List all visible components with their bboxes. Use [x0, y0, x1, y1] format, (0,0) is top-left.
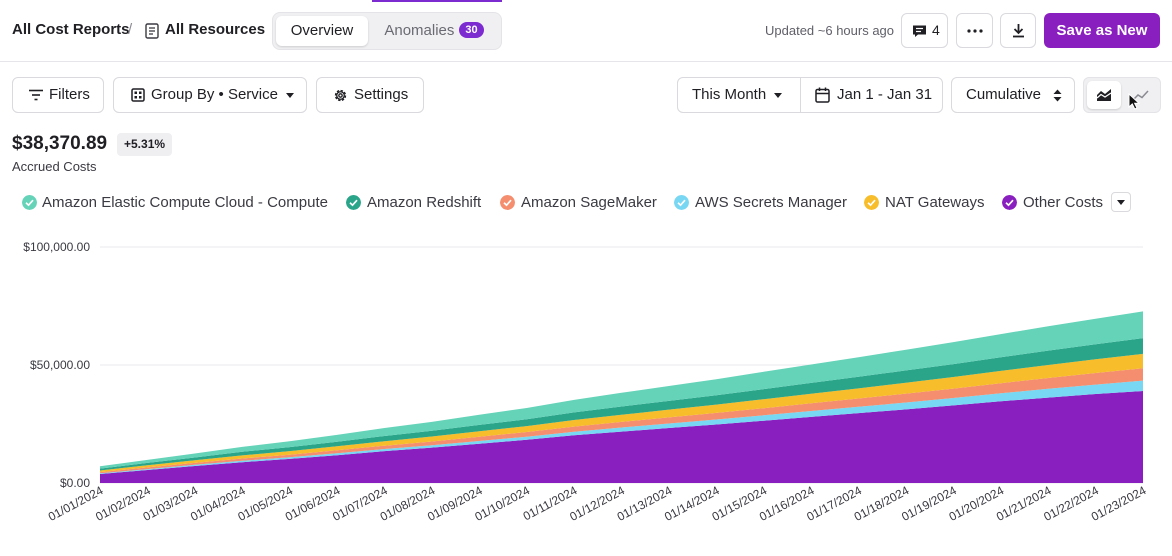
legend-item-label[interactable]: Amazon Redshift: [367, 194, 481, 211]
sort-updown-icon: [1053, 89, 1062, 102]
comments-count: 4: [932, 22, 940, 38]
area-chart-icon: [1096, 89, 1112, 101]
tab-overview-label: Overview: [290, 22, 354, 39]
tab-overview[interactable]: Overview: [276, 16, 368, 46]
cost-mode-select[interactable]: Cumulative: [951, 77, 1075, 113]
anomalies-count-badge: 30: [459, 22, 484, 38]
legend-item-label[interactable]: Amazon SageMaker: [521, 194, 657, 211]
view-tabs: Overview Anomalies 30: [272, 12, 502, 50]
breadcrumb-all-resources[interactable]: All Resources: [165, 21, 265, 38]
comments-button[interactable]: 4: [901, 13, 948, 48]
group-by-dropdown[interactable]: Group By • Service: [113, 77, 307, 113]
active-tab-indicator: [372, 0, 502, 2]
legend-item-label[interactable]: Other Costs: [1023, 194, 1103, 211]
cost-change-badge: +5.31%: [117, 133, 173, 156]
date-range-picker[interactable]: Jan 1 - Jan 31: [801, 78, 942, 112]
y-tick-label: $50,000.00: [30, 358, 90, 372]
y-tick-label: $100,000.00: [23, 240, 90, 254]
download-button[interactable]: [1000, 13, 1036, 48]
y-tick-label: $0.00: [60, 476, 90, 490]
x-tick-label: 01/23/2024: [1089, 483, 1149, 524]
group-by-label: Group By • Service: [151, 86, 278, 103]
legend-checkbox-icon[interactable]: [1002, 195, 1017, 210]
breadcrumb-all-cost-reports[interactable]: All Cost Reports: [12, 21, 130, 38]
calendar-icon: [815, 87, 830, 103]
filters-label: Filters: [49, 86, 90, 103]
cost-mode-label: Cumulative: [966, 86, 1042, 103]
caret-down-icon: [1117, 200, 1125, 205]
period-dropdown[interactable]: This Month: [678, 78, 800, 112]
gear-icon: [334, 89, 347, 102]
grid-icon: [131, 88, 145, 102]
tab-anomalies-label: Anomalies: [384, 22, 455, 39]
legend-checkbox-icon[interactable]: [22, 195, 37, 210]
settings-button[interactable]: Settings: [316, 77, 424, 113]
legend-more-dropdown[interactable]: [1111, 192, 1131, 212]
breadcrumb-separator: /: [128, 21, 133, 38]
area-chart-toggle[interactable]: [1087, 81, 1121, 109]
document-icon: [145, 23, 159, 39]
legend-checkbox-icon[interactable]: [346, 195, 361, 210]
tab-anomalies[interactable]: Anomalies 30: [373, 16, 495, 46]
more-options-button[interactable]: [956, 13, 993, 48]
filter-lines-icon: [29, 89, 43, 101]
cost-area-chart: $100,000.00$50,000.00$0.00 01/01/202401/…: [23, 240, 1149, 524]
date-range-label: Jan 1 - Jan 31: [837, 86, 933, 103]
more-horizontal-icon: [967, 29, 983, 33]
legend-checkbox-icon[interactable]: [864, 195, 879, 210]
download-icon: [1013, 24, 1024, 38]
top-bar: All Cost Reports / All Resources Overvie…: [0, 0, 1172, 62]
chart-type-toggle: [1083, 77, 1161, 113]
legend-item-label[interactable]: Amazon Elastic Compute Cloud - Compute: [42, 194, 328, 211]
accrued-costs-label: Accrued Costs: [12, 159, 97, 174]
updated-timestamp: Updated ~6 hours ago: [765, 23, 895, 38]
comment-icon: [913, 25, 926, 37]
date-range-selector: This Month Jan 1 - Jan 31: [677, 77, 943, 113]
legend-item-label[interactable]: AWS Secrets Manager: [695, 194, 847, 211]
settings-label: Settings: [354, 86, 409, 103]
legend-checkbox-icon[interactable]: [674, 195, 689, 210]
caret-down-icon: [286, 93, 294, 98]
mouse-cursor-icon: [1128, 93, 1141, 110]
period-label: This Month: [692, 86, 767, 103]
legend-item-label[interactable]: NAT Gateways: [885, 194, 984, 211]
accrued-cost-total: $38,370.89: [12, 133, 108, 154]
caret-down-icon: [774, 93, 782, 98]
save-as-new-button[interactable]: Save as New: [1044, 13, 1160, 48]
filters-button[interactable]: Filters: [12, 77, 104, 113]
legend-checkbox-icon[interactable]: [500, 195, 515, 210]
